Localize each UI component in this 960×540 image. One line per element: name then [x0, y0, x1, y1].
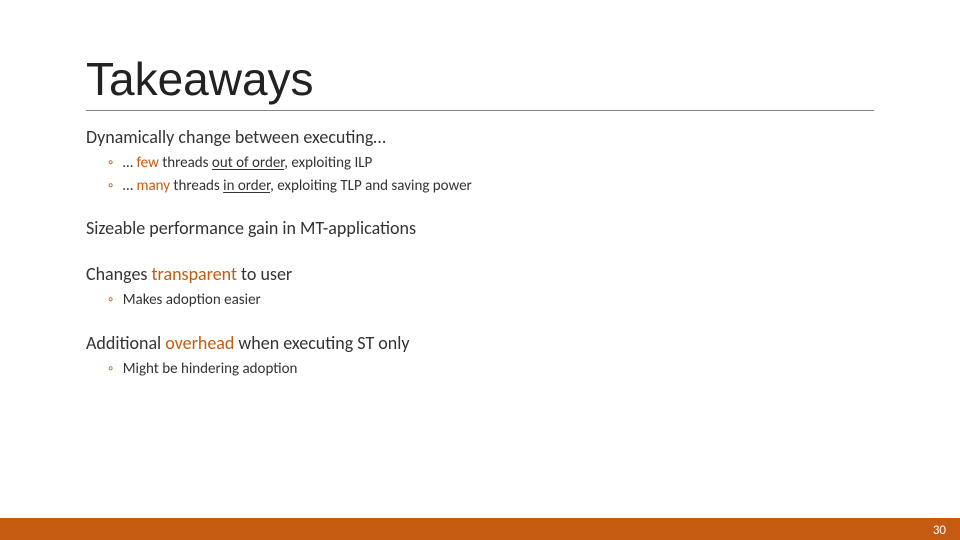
bullet-icon: ◦ — [108, 154, 113, 172]
subpoint-few-threads: ◦ … few threads out of order, exploiting… — [108, 153, 874, 173]
bullet-icon: ◦ — [108, 360, 113, 378]
text: Makes adoption easier — [123, 291, 261, 309]
text: Additional — [86, 332, 165, 354]
text: threads — [159, 154, 212, 172]
slide: Takeaways Dynamically change between exe… — [0, 0, 960, 540]
point-transparent: Changes transparent to user — [86, 262, 874, 286]
text: to user — [237, 263, 292, 285]
subpoint-many-threads: ◦ … many threads in order, exploiting TL… — [108, 176, 874, 196]
orange-text: few — [136, 154, 158, 172]
text: threads — [170, 177, 223, 195]
text: when executing ST only — [234, 332, 409, 354]
text: Changes — [86, 263, 152, 285]
orange-text: overhead — [165, 332, 234, 354]
title-divider — [86, 110, 874, 111]
subpoint-hindering-adoption: ◦ Might be hindering adoption — [108, 359, 874, 379]
point-performance-gain: Sizeable performance gain in MT-applicat… — [86, 216, 874, 240]
underlined-text: out of order — [212, 154, 284, 172]
text: … — [123, 177, 137, 195]
underlined-text: in order — [223, 177, 270, 195]
text: , exploiting TLP and saving power — [270, 177, 472, 195]
text: Might be hindering adoption — [123, 360, 298, 378]
orange-text: many — [136, 177, 170, 195]
slide-title: Takeaways — [86, 52, 874, 106]
orange-text: transparent — [152, 263, 237, 285]
text: … — [123, 154, 137, 172]
bullet-icon: ◦ — [108, 177, 113, 195]
text: , exploiting ILP — [284, 154, 372, 172]
footer-bar: 30 — [0, 518, 960, 540]
page-number: 30 — [933, 523, 946, 538]
bullet-icon: ◦ — [108, 291, 113, 309]
point-overhead: Additional overhead when executing ST on… — [86, 331, 874, 355]
subpoint-adoption-easier: ◦ Makes adoption easier — [108, 290, 874, 310]
point-dynamically-change: Dynamically change between executing… — [86, 125, 874, 149]
